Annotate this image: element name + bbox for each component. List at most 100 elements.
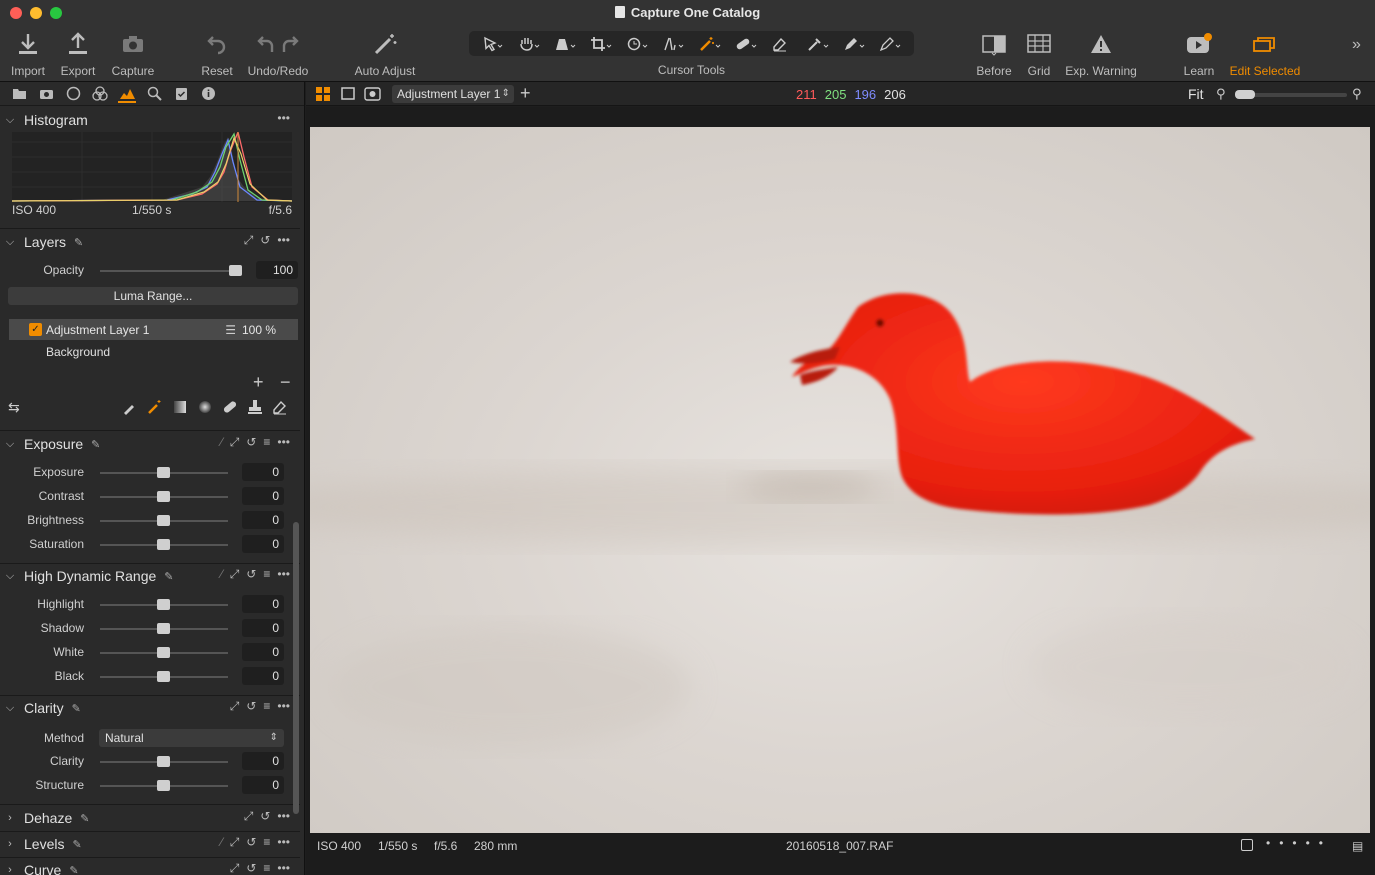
- pan-cursor-tool[interactable]: [516, 34, 542, 54]
- more-icon[interactable]: •••: [277, 835, 290, 850]
- picker-cursor-tool[interactable]: [805, 34, 831, 54]
- heal-cursor-tool[interactable]: [733, 34, 759, 54]
- more-icon[interactable]: •••: [277, 111, 290, 125]
- picker-icon[interactable]: ⁄: [221, 835, 223, 850]
- slider-value[interactable]: 0: [242, 535, 284, 553]
- slider-knob[interactable]: [157, 780, 170, 791]
- slider-knob[interactable]: [157, 539, 170, 550]
- adjustments-tab-icon[interactable]: [172, 85, 190, 103]
- more-icon[interactable]: •••: [277, 567, 290, 582]
- color-tag-icon[interactable]: ▤: [1352, 839, 1363, 853]
- expand-icon[interactable]: ⤢: [230, 835, 240, 850]
- clarity-header[interactable]: ⌵ Clarity ✎ ⤢ ↺ ≡ •••: [0, 696, 300, 720]
- dehaze-header[interactable]: › Dehaze ✎ ⤢ ↺ •••: [0, 806, 300, 830]
- linear-gradient-icon[interactable]: [172, 399, 188, 415]
- opacity-slider-track[interactable]: [100, 270, 242, 272]
- layer-settings-icon[interactable]: ☰: [225, 323, 236, 337]
- curve-header[interactable]: › Curve ✎ ⤢ ↺ ≡ •••: [0, 858, 300, 875]
- radial-gradient-icon[interactable]: [197, 399, 213, 415]
- reset-icon[interactable]: ↺: [246, 861, 256, 875]
- expand-icon[interactable]: ⤢: [230, 861, 240, 875]
- slider-value[interactable]: 0: [242, 776, 284, 794]
- heal-mask-icon[interactable]: [222, 399, 238, 415]
- reset-icon[interactable]: ↺: [246, 835, 256, 850]
- panel-scrollbar[interactable]: [293, 522, 299, 814]
- more-icon[interactable]: •••: [277, 435, 290, 450]
- rotate-cursor-tool[interactable]: [624, 34, 650, 54]
- zoom-in-icon[interactable]: ⚲: [1352, 86, 1362, 102]
- photo[interactable]: [310, 127, 1370, 833]
- slider-value[interactable]: 0: [242, 752, 284, 770]
- metadata-tab-icon[interactable]: [199, 85, 217, 103]
- layer-select[interactable]: Adjustment Layer 1 ⇕: [392, 85, 514, 103]
- add-layer-icon[interactable]: +: [253, 372, 264, 393]
- slider-value[interactable]: 0: [242, 619, 284, 637]
- toolbar-overflow-icon[interactable]: »: [1352, 36, 1361, 54]
- expand-icon[interactable]: ⤢: [230, 567, 240, 582]
- zoom-out-icon[interactable]: ⚲: [1216, 86, 1226, 102]
- slider-knob[interactable]: [157, 491, 170, 502]
- clone-stamp-icon[interactable]: [247, 399, 263, 415]
- zoom-slider-knob[interactable]: [1235, 90, 1255, 99]
- grid-button[interactable]: Grid: [1023, 30, 1055, 78]
- keystone-cursor-tool[interactable]: [552, 34, 578, 54]
- straighten-cursor-tool[interactable]: [660, 34, 686, 54]
- presets-icon[interactable]: ≡: [263, 699, 270, 714]
- library-tab-icon[interactable]: [10, 85, 28, 103]
- remove-layer-icon[interactable]: −: [280, 372, 291, 393]
- slider-knob[interactable]: [157, 515, 170, 526]
- exposure-warning-button[interactable]: Exp. Warning: [1064, 30, 1138, 78]
- erase-mask-icon[interactable]: [272, 399, 288, 415]
- lens-tab-icon[interactable]: [64, 85, 82, 103]
- multi-view-icon[interactable]: [316, 87, 331, 104]
- crop-cursor-tool[interactable]: [588, 34, 614, 54]
- more-icon[interactable]: •••: [277, 233, 290, 248]
- levels-header[interactable]: › Levels ✎ ⁄ ⤢ ↺ ≡ •••: [0, 832, 300, 856]
- swap-icon[interactable]: ⇆: [8, 399, 20, 416]
- expand-icon[interactable]: ⤢: [230, 435, 240, 450]
- brush-mask-icon[interactable]: [122, 399, 138, 415]
- select-cursor-tool[interactable]: [480, 34, 506, 54]
- capture-button[interactable]: Capture: [110, 30, 156, 78]
- reset-icon[interactable]: ↺: [246, 567, 256, 582]
- slider-knob[interactable]: [157, 467, 170, 478]
- opacity-slider-knob[interactable]: [229, 265, 242, 276]
- import-button[interactable]: Import: [8, 30, 48, 78]
- method-select[interactable]: Natural ⇕: [99, 729, 284, 747]
- expand-icon[interactable]: ⤢: [230, 699, 240, 714]
- reset-button[interactable]: Reset: [197, 30, 237, 78]
- presets-icon[interactable]: ≡: [263, 861, 270, 875]
- rating-dots[interactable]: •••••: [1266, 836, 1332, 850]
- color-tab-icon[interactable]: [91, 85, 109, 103]
- presets-icon[interactable]: ≡: [263, 835, 270, 850]
- capture-tab-icon[interactable]: [37, 85, 55, 103]
- exposure-header[interactable]: ⌵ Exposure ✎ ⁄ ⤢ ↺ ≡ •••: [0, 432, 300, 456]
- reset-icon[interactable]: ↺: [246, 699, 256, 714]
- more-icon[interactable]: •••: [277, 861, 290, 875]
- slider-value[interactable]: 0: [242, 511, 284, 529]
- undo-redo-button[interactable]: Undo/Redo: [246, 30, 310, 78]
- picker-icon[interactable]: ⁄: [221, 435, 223, 450]
- select-checkbox[interactable]: [1241, 839, 1253, 851]
- slider-value[interactable]: 0: [242, 463, 284, 481]
- layer-enabled-checkbox[interactable]: ✓: [29, 323, 42, 336]
- slider-knob[interactable]: [157, 756, 170, 767]
- zoom-level[interactable]: Fit: [1188, 86, 1204, 102]
- image-viewer[interactable]: [306, 107, 1375, 835]
- edit-selected-button[interactable]: Edit Selected: [1228, 30, 1302, 78]
- layer-item-adjustment[interactable]: ✓ Adjustment Layer 1 ☰ 100 %: [9, 319, 298, 340]
- slider-value[interactable]: 0: [242, 595, 284, 613]
- opacity-value[interactable]: 100: [256, 261, 298, 279]
- single-view-icon[interactable]: [341, 87, 356, 104]
- slider-knob[interactable]: [157, 599, 170, 610]
- eraser-cursor-tool[interactable]: [769, 34, 795, 54]
- more-icon[interactable]: •••: [277, 699, 290, 714]
- exposure-tab-icon[interactable]: [118, 85, 136, 103]
- reset-icon[interactable]: ↺: [260, 809, 270, 824]
- slider-knob[interactable]: [157, 623, 170, 634]
- hdr-header[interactable]: ⌵ High Dynamic Range ✎ ⁄ ⤢ ↺ ≡ •••: [0, 564, 300, 588]
- layer-item-background[interactable]: Background: [46, 345, 110, 359]
- luma-range-button[interactable]: Luma Range...: [8, 287, 298, 305]
- histogram-header[interactable]: ⌵ Histogram •••: [0, 108, 300, 132]
- draw-cursor-tool[interactable]: [877, 34, 903, 54]
